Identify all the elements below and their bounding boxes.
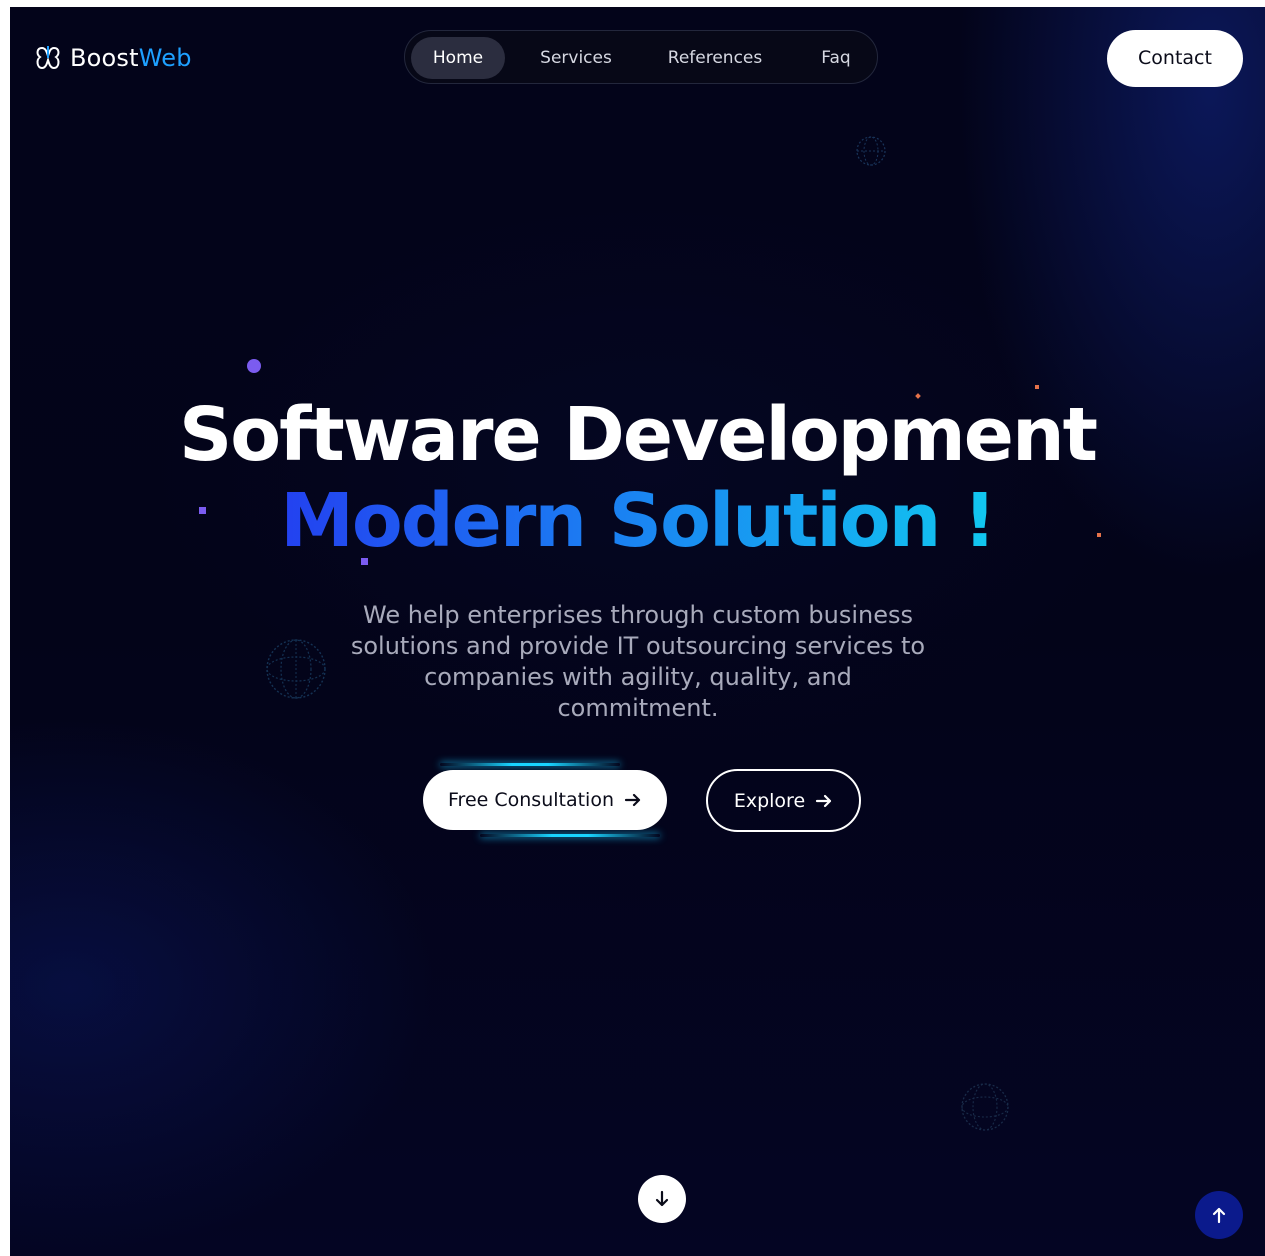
brand-name-part1: Boost [70, 44, 139, 72]
nav-item-references[interactable]: References [651, 37, 779, 79]
hero-section: BoostWeb Home Services References Faq Co… [10, 7, 1265, 1256]
brand-name: BoostWeb [70, 44, 192, 72]
button-glow-bottom [480, 834, 660, 837]
main-nav: Home Services References Faq [404, 30, 878, 84]
hero-subtitle: Modern Solution ! [10, 477, 1265, 565]
explore-label: Explore [733, 789, 806, 812]
globe-icon [266, 639, 326, 699]
scroll-to-top-button[interactable] [1195, 1191, 1243, 1239]
nav-item-faq[interactable]: Faq [801, 37, 871, 79]
nav-item-services[interactable]: Services [523, 37, 629, 79]
globe-icon [961, 1083, 1009, 1131]
contact-button[interactable]: Contact [1107, 30, 1243, 87]
decor-dot [247, 359, 261, 373]
nav-item-home[interactable]: Home [411, 37, 505, 79]
globe-icon [856, 136, 886, 166]
hero-title: Software Development [178, 392, 1098, 478]
hero-description: We help enterprises through custom busin… [350, 601, 926, 722]
hero-subtitle-text: Modern Solution ! [280, 478, 997, 564]
brand-logo-icon [36, 46, 60, 70]
arrow-up-icon [1212, 1207, 1226, 1224]
brand-name-part2: Web [138, 44, 192, 72]
decor-dot [1035, 385, 1039, 389]
free-consultation-label: Free Consultation [448, 789, 614, 811]
arrow-down-icon [655, 1190, 669, 1207]
arrow-right-icon [624, 793, 641, 807]
arrow-right-icon [816, 794, 832, 807]
button-glow-top [440, 763, 620, 766]
scroll-down-button[interactable] [638, 1175, 686, 1223]
brand-logo[interactable]: BoostWeb [34, 43, 192, 73]
explore-button[interactable]: Explore [706, 769, 861, 832]
free-consultation-button[interactable]: Free Consultation [423, 770, 667, 830]
